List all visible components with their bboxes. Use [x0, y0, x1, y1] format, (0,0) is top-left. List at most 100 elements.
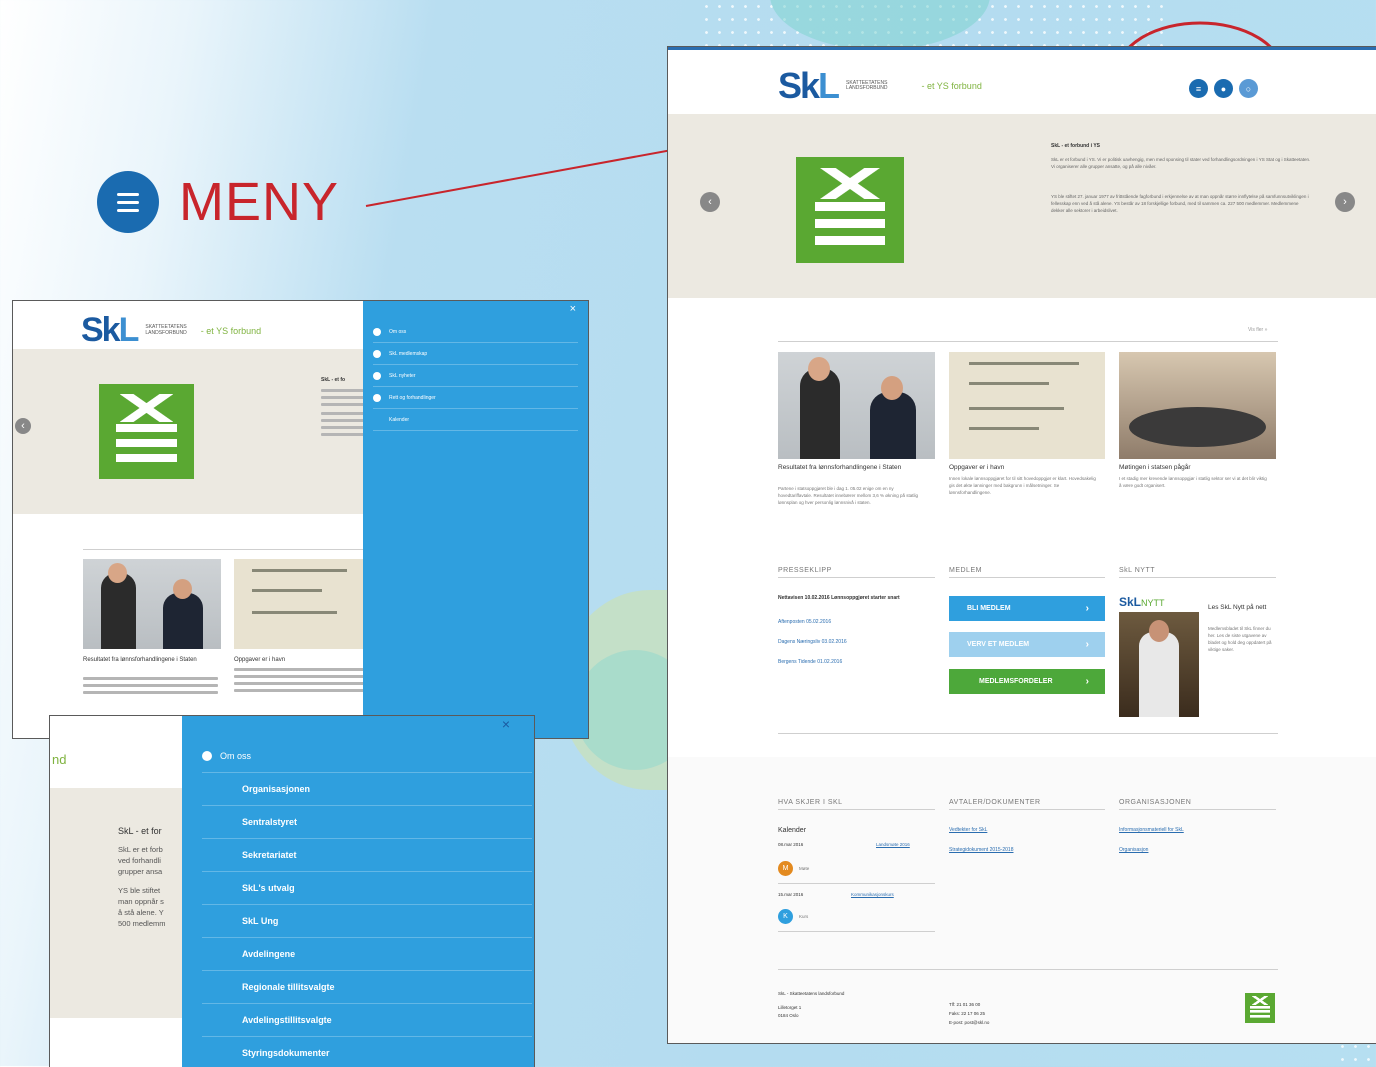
- calendar-date-2: 15.mar 2016: [778, 892, 804, 897]
- news-body-3: I et stadig mer krevende lønnsoppgjør i …: [1119, 476, 1267, 488]
- user-icon[interactable]: ●: [1214, 79, 1233, 98]
- ys-logo: [99, 384, 194, 479]
- news-photo-2[interactable]: [949, 352, 1105, 459]
- menu-item-om-oss[interactable]: Om oss: [373, 321, 578, 343]
- more-link[interactable]: Vis fler »: [1248, 327, 1267, 333]
- nytt-title[interactable]: Les SkL Nytt på nett: [1208, 603, 1273, 612]
- section-title-documents: AVTALER/DOKUMENTER: [949, 799, 1041, 806]
- news-body-2: [234, 668, 372, 696]
- hero-title: SkL - et fo: [321, 377, 346, 383]
- plus-icon: [373, 393, 381, 402]
- logo-l: L: [818, 65, 840, 106]
- footer-divider: [778, 969, 1278, 970]
- document-link[interactable]: Strategidokument 2015-2018: [949, 847, 1014, 853]
- section-title-member: MEDLEM: [949, 567, 982, 574]
- calendar-type-1: Møte: [799, 866, 810, 871]
- news-photo-2[interactable]: [234, 559, 374, 649]
- news-photo-1[interactable]: [778, 352, 935, 459]
- nytt-logo: SkLNYTT: [1119, 595, 1165, 609]
- news-body-1: [83, 677, 218, 698]
- logo-sk: Sk: [81, 311, 121, 349]
- footer-address-2: 0184 Oslo: [778, 1013, 799, 1018]
- news-title-3[interactable]: Møtingen i statsen pågår: [1119, 463, 1276, 472]
- menu-item-kalender[interactable]: Kalender: [373, 409, 578, 431]
- org-link[interactable]: Informasjonsmateriell for SkL: [1119, 827, 1184, 833]
- close-icon[interactable]: ×: [570, 303, 576, 315]
- section-title-org: ORGANISASJONEN: [1119, 799, 1192, 806]
- nytt-body: Medlemsbladet til SkL finner du her. Les…: [1208, 626, 1272, 652]
- org-link[interactable]: Organisasjon: [1119, 847, 1148, 853]
- submenu-item[interactable]: Sentralstyret: [202, 806, 532, 839]
- plus-icon: [373, 327, 381, 336]
- submenu-item[interactable]: SkL's utvalg: [202, 872, 532, 905]
- member-benefits-button[interactable]: MEDLEMSFORDELER: [949, 669, 1105, 694]
- event-icon-k: K: [778, 909, 793, 924]
- menu-item-nyheter[interactable]: SkL nyheter: [373, 365, 578, 387]
- divider: [778, 733, 1278, 734]
- submenu-item[interactable]: SkL Ung: [202, 905, 532, 938]
- close-icon[interactable]: ×: [502, 716, 510, 732]
- news-title-1[interactable]: Resultatet fra lønnsforhandlingene i Sta…: [778, 463, 935, 472]
- menu-open-screenshot: SkL SKATTEETATENS LANDSFORBUND - et YS fo…: [12, 300, 589, 739]
- logo-subtitle: SKATTEETATENS LANDSFORBUND: [846, 79, 888, 91]
- calendar-date-1: 08.mar 2016: [778, 842, 804, 847]
- submenu-item[interactable]: Avdelingstillitsvalgte: [202, 1004, 532, 1037]
- divider: [949, 809, 1105, 810]
- news-photo-1[interactable]: [83, 559, 221, 649]
- nytt-photo[interactable]: [1119, 612, 1199, 717]
- menu-item-om-oss[interactable]: Om oss: [202, 740, 532, 773]
- divider: [778, 341, 1278, 342]
- search-icon[interactable]: ○: [1239, 79, 1258, 98]
- submenu-item[interactable]: Regionale tillitsvalgte: [202, 971, 532, 1004]
- menu-item-medlemskap[interactable]: SkL medlemskap: [373, 343, 578, 365]
- document-link[interactable]: Vedtekter for SkL: [949, 827, 987, 833]
- submenu-item[interactable]: Styringsdokumenter: [202, 1037, 532, 1067]
- press-item[interactable]: Nettavisen 10.02.2016 Lønnsoppgjøret sta…: [778, 595, 928, 602]
- skl-logo[interactable]: SkL SKATTEETATENS LANDSFORBUND - et YS fo…: [778, 65, 982, 107]
- prev-arrow-icon[interactable]: ‹: [15, 418, 31, 434]
- submenu-item[interactable]: Organisasjonen: [202, 773, 532, 806]
- press-item[interactable]: Bergens Tidende 01.02.2016: [778, 659, 928, 665]
- section-title-calendar: HVA SKJER I SKL: [778, 799, 843, 806]
- calendar-link-2[interactable]: Kommunikasjonskurs: [851, 892, 894, 897]
- ys-logo: [796, 157, 904, 263]
- submenu-item[interactable]: Sekretariatet: [202, 839, 532, 872]
- meny-label: MENY: [179, 172, 340, 232]
- logo-sk: Sk: [778, 65, 820, 106]
- section-title-nytt: SkL NYTT: [1119, 567, 1156, 574]
- become-member-button[interactable]: BLI MEDLEM: [949, 596, 1105, 621]
- hero-title: SkL - et for: [118, 826, 162, 836]
- divider: [778, 577, 935, 578]
- footer-email[interactable]: E-post: post@skl.no: [949, 1020, 989, 1025]
- hero-paragraph-1: SkL er et forbund i YS. Vi er politisk u…: [1051, 157, 1311, 169]
- logo-subtitle: SKATTEETATENS LANDSFORBUND: [145, 324, 187, 336]
- press-item[interactable]: Aftenposten 05.02.2016: [778, 619, 928, 625]
- menu-icon[interactable]: [97, 171, 159, 233]
- press-item[interactable]: Dagens Næringsliv 03.02.2016: [778, 639, 928, 645]
- news-body-2: Innen lokale lønnsoppgjøret for til sitt…: [949, 476, 1096, 495]
- logo-l: L: [118, 311, 140, 349]
- news-title-2[interactable]: Oppgaver er i havn: [234, 656, 374, 664]
- hero-text: [321, 389, 366, 440]
- news-title-2[interactable]: Oppgaver er i havn: [949, 463, 1105, 472]
- news-title-1[interactable]: Resultatet fra lønnsforhandlingene i Sta…: [83, 656, 221, 664]
- recruit-member-button[interactable]: VERV ET MEDLEM: [949, 632, 1105, 657]
- calendar-type-2: Kurs: [799, 914, 809, 919]
- top-bar: [668, 47, 1376, 50]
- calendar-link-1[interactable]: Landsmøte 2016: [876, 842, 910, 847]
- logo-ys: - et YS forbund: [921, 81, 982, 91]
- prev-arrow-icon[interactable]: ‹: [700, 192, 720, 212]
- footer-address-1: Lilletorget 1: [778, 1005, 802, 1010]
- next-arrow-icon[interactable]: ›: [1335, 192, 1355, 212]
- hero-paragraph-2: YS ble stiftet 27. januar 1977 av fritts…: [1051, 194, 1309, 213]
- divider: [778, 809, 935, 810]
- footer-name: SkL - Skatteetatens landsforbund: [778, 991, 845, 996]
- menu-icon[interactable]: ≡: [1189, 79, 1208, 98]
- minus-icon: [202, 751, 212, 761]
- menu-item-rett[interactable]: Rett og forhandlinger: [373, 387, 578, 409]
- hero-text: SkL er et forb ved forhandli grupper ansa …: [118, 845, 166, 928]
- skl-logo[interactable]: SkL SKATTEETATENS LANDSFORBUND - et YS fo…: [81, 311, 261, 350]
- news-photo-3[interactable]: [1119, 352, 1276, 459]
- footer-phone: Tlf: 21 01 36 00: [949, 1002, 981, 1007]
- submenu-item[interactable]: Avdelingene: [202, 938, 532, 971]
